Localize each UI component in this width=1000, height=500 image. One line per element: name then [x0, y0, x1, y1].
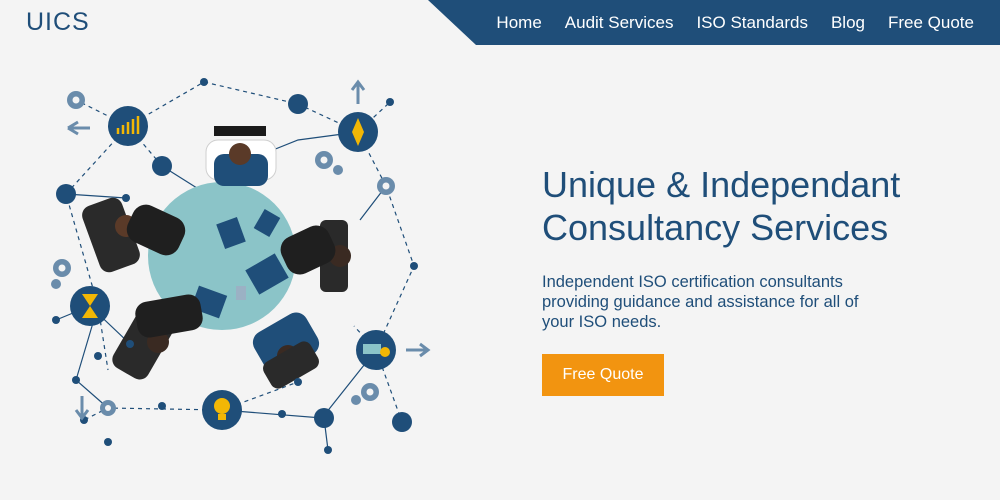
- hero-subtitle-line-2: providing guidance and assistance for al…: [542, 293, 859, 311]
- hero-title-line-1: Unique & Independant: [542, 164, 901, 205]
- hero-title: Unique & Independant Consultancy Service…: [542, 163, 982, 249]
- nav-home[interactable]: Home: [485, 13, 553, 33]
- hero-illustration: [51, 78, 431, 454]
- hero-title-line-2: Consultancy Services: [542, 207, 889, 248]
- arrow-left-icon: [67, 120, 90, 136]
- gear-icon: [100, 400, 116, 416]
- nav-audit-services[interactable]: Audit Services: [553, 13, 685, 33]
- site-logo[interactable]: UICS: [26, 8, 90, 37]
- hourglass-icon: [70, 286, 110, 326]
- free-quote-button[interactable]: Free Quote: [542, 354, 664, 396]
- nav-iso-standards[interactable]: ISO Standards: [685, 13, 820, 33]
- arrow-up-icon: [350, 79, 366, 104]
- gear-icon: [315, 151, 343, 175]
- gear-icon: [351, 383, 379, 405]
- hero-subtitle-line-3: your ISO needs.: [542, 313, 662, 331]
- main-nav: Home Audit Services ISO Standards Blog F…: [485, 0, 1000, 45]
- gear-icon: [377, 177, 395, 195]
- document-shape: [236, 286, 246, 300]
- hero-subtitle-line-1: Independent ISO certification consultant…: [542, 273, 843, 291]
- gear-icon: [67, 91, 85, 109]
- hero-subtitle: Independent ISO certification consultant…: [542, 272, 902, 332]
- nav-blog[interactable]: Blog: [819, 13, 876, 33]
- arrow-right-icon: [406, 342, 431, 358]
- nav-free-quote[interactable]: Free Quote: [877, 13, 1000, 33]
- gear-icon: [51, 259, 71, 289]
- arrow-down-icon: [74, 396, 90, 421]
